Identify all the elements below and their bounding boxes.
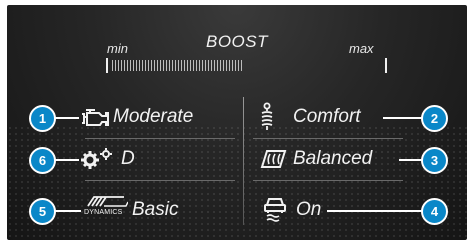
callout-leader-3 <box>399 159 423 161</box>
callout-badge-6: 6 <box>29 147 56 174</box>
steering-mode-label: Balanced <box>293 148 373 169</box>
callout-leader-4 <box>327 210 423 212</box>
dot-texture <box>7 125 467 240</box>
callout-leader-2 <box>383 117 423 119</box>
boost-max-label: max <box>349 41 374 56</box>
gauge-left-cap <box>106 58 108 73</box>
dynamics-mode-label: Basic <box>132 199 179 220</box>
callout-badge-1: 1 <box>29 105 56 132</box>
amg-dynamics-icon <box>87 196 128 207</box>
callout-badge-4: 4 <box>421 198 448 225</box>
callout-leader-1 <box>55 117 79 119</box>
engine-mode-label: Moderate <box>113 106 194 127</box>
stability-control-icon <box>264 198 286 222</box>
amg-dynamics-logo-text: DYNAMICS <box>84 209 123 216</box>
callout-badge-2: 2 <box>421 105 448 132</box>
suspension-mode-label: Comfort <box>293 106 361 127</box>
steering-balance-icon <box>260 150 287 168</box>
row-divider-right-1 <box>253 138 403 139</box>
gauge-fill <box>112 60 244 71</box>
engine-icon <box>82 109 109 126</box>
callout-badge-5: 5 <box>29 198 56 225</box>
row-divider-left-2 <box>85 180 235 181</box>
boost-title: BOOST <box>205 32 268 51</box>
callout-leader-6 <box>55 159 79 161</box>
suspension-spring-icon <box>261 102 273 130</box>
transmission-gears-icon <box>81 148 112 169</box>
row-divider-left-1 <box>85 138 235 139</box>
display-screen: BOOST min max 1 Moderate Comfort 2 6 D B… <box>7 5 467 240</box>
row-divider-right-2 <box>253 180 403 181</box>
transmission-mode-label: D <box>121 148 135 169</box>
boost-gauge <box>106 58 387 73</box>
center-divider <box>243 97 244 225</box>
callout-badge-3: 3 <box>421 147 448 174</box>
boost-min-label: min <box>107 41 128 56</box>
gauge-right-cap <box>385 58 387 73</box>
callout-leader-5 <box>55 210 81 212</box>
stability-mode-label: On <box>296 199 322 220</box>
